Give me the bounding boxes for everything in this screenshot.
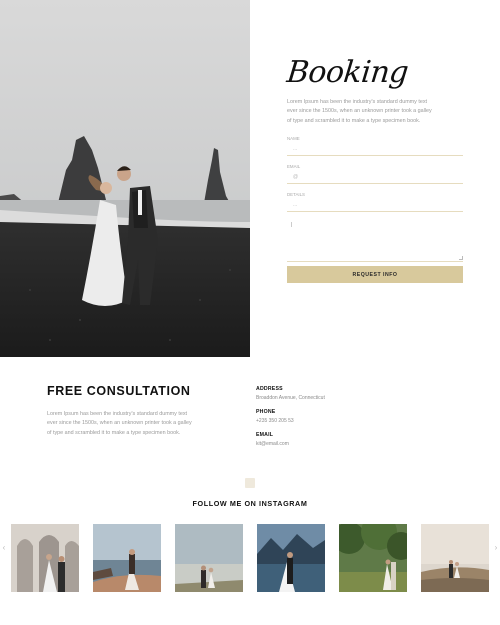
instagram-photo-4[interactable]: [257, 524, 325, 592]
consultation-description: Lorem Ipsum has been the industry's stan…: [47, 411, 192, 436]
email-block: EMAIL kit@email.com: [256, 432, 406, 447]
hero-wedding-photo: [0, 0, 250, 357]
email-field-label: EMAIL: [287, 164, 301, 170]
address-label: ADDRESS: [256, 386, 283, 392]
consultation-title: FREE CONSULTATION: [47, 384, 191, 398]
details-field-label: DETAILS: [287, 192, 305, 198]
phone-label: PHONE: [256, 409, 276, 415]
name-field-placeholder: ...: [293, 146, 298, 153]
booking-section: Booking Lorem Ipsum has been the industr…: [285, 55, 463, 284]
email-label: EMAIL: [256, 432, 274, 438]
contact-info: ADDRESS Broaddon Avenue, Connecticut PHO…: [256, 386, 406, 455]
gallery-next-arrow[interactable]: ›: [492, 543, 500, 553]
name-field-label: NAME: [287, 136, 300, 142]
email-value[interactable]: kit@email.com: [256, 441, 406, 447]
email-field[interactable]: EMAIL @: [287, 164, 463, 185]
instagram-photo-5[interactable]: [339, 524, 407, 592]
phone-value[interactable]: +235 350 205 53: [256, 418, 406, 424]
address-block: ADDRESS Broaddon Avenue, Connecticut: [256, 386, 406, 401]
instagram-photo-2[interactable]: [93, 524, 161, 592]
request-info-button[interactable]: REQUEST INFO: [287, 266, 463, 284]
instagram-gallery: [11, 524, 490, 592]
text-cursor: [291, 222, 292, 228]
resize-handle-icon[interactable]: [459, 256, 463, 261]
message-textarea[interactable]: [287, 216, 463, 263]
name-field[interactable]: NAME ...: [287, 136, 463, 157]
instagram-photo-1[interactable]: [11, 524, 79, 592]
consultation-section: FREE CONSULTATION Lorem Ipsum has been t…: [47, 384, 207, 438]
gallery-prev-arrow[interactable]: ‹: [0, 543, 8, 553]
booking-description: Lorem Ipsum has been the industry's stan…: [287, 99, 432, 124]
address-value: Broaddon Avenue, Connecticut: [256, 395, 325, 401]
at-icon: @: [293, 174, 299, 181]
details-field[interactable]: DETAILS ...: [287, 192, 463, 213]
instagram-icon: [245, 478, 255, 488]
instagram-photo-6[interactable]: [421, 524, 489, 592]
instagram-title: FOLLOW ME ON INSTAGRAM: [192, 499, 308, 508]
details-field-placeholder: ...: [293, 202, 298, 209]
booking-title: Booking: [285, 55, 410, 90]
phone-block: PHONE +235 350 205 53: [256, 409, 406, 424]
instagram-photo-3[interactable]: [175, 524, 243, 592]
